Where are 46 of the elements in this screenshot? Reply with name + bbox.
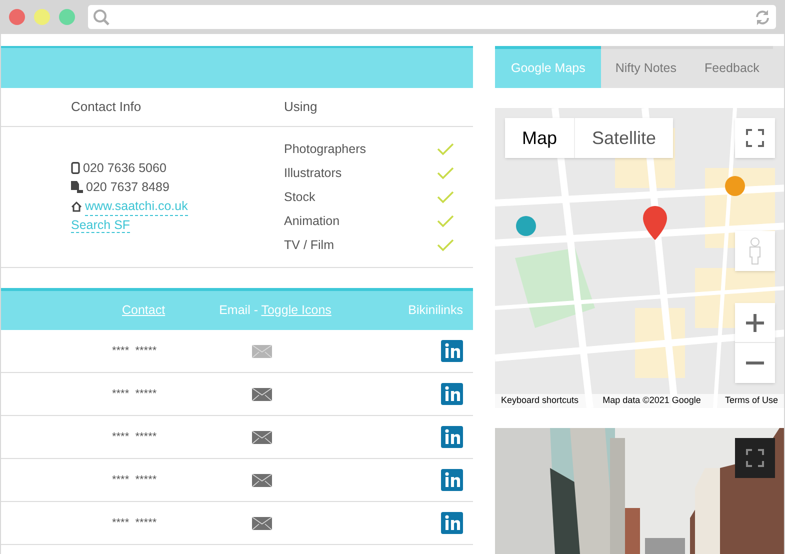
plus-icon: [746, 314, 764, 332]
fullscreen-icon: [746, 449, 764, 467]
tab[interactable]: Nifty Notes: [601, 46, 690, 88]
fullscreen-button[interactable]: [735, 438, 775, 478]
search-icon: [93, 8, 110, 26]
envelope-icon[interactable]: [252, 388, 272, 400]
usage-label: TV / Film: [284, 236, 334, 254]
column-header: Contact Info: [71, 98, 142, 116]
phone-number: 020 7636 5060: [83, 160, 166, 177]
map-type-button[interactable]: Map: [505, 118, 576, 158]
fax-icon: [71, 181, 83, 194]
person-icon: [748, 237, 762, 265]
email-header: Email - Toggle Icons: [219, 302, 332, 320]
usage-label: Stock: [284, 188, 316, 206]
column-header: Using: [284, 98, 318, 116]
map[interactable]: Map Satellite Keyboard shortcuts Map data ©2021 Google Terms of Use: [495, 108, 784, 408]
links-header: Bikinilinks: [408, 302, 463, 320]
minus-icon: [746, 361, 764, 365]
fax-number: 020 7637 8489: [86, 178, 170, 196]
masked-contact: **** *****: [112, 386, 158, 402]
fullscreen-icon: [746, 129, 764, 147]
linkedin-icon[interactable]: [441, 383, 463, 405]
map-footer-link[interactable]: Keyboard shortcuts: [501, 394, 579, 408]
phone-icon: [71, 162, 80, 174]
search-link[interactable]: Search SF: [71, 218, 130, 234]
masked-contact: **** *****: [112, 344, 158, 359]
linkedin-icon[interactable]: [441, 340, 463, 362]
linkedin-icon[interactable]: [441, 512, 463, 534]
home-icon: [71, 200, 82, 212]
masked-contact: **** *****: [112, 472, 158, 488]
website-link[interactable]: www.saatchi.co.uk: [85, 196, 188, 216]
envelope-icon[interactable]: [252, 430, 272, 444]
usage-label: Animation: [284, 212, 340, 230]
masked-contact: **** *****: [112, 516, 158, 531]
map-footer-link[interactable]: Map data ©2021 Google: [602, 394, 701, 408]
map-type-button[interactable]: Satellite: [575, 118, 674, 158]
linkedin-icon[interactable]: [441, 469, 463, 491]
tab[interactable]: Feedback: [690, 46, 774, 88]
masked-contact: **** *****: [112, 430, 158, 445]
map-footer-link[interactable]: Terms of Use: [724, 394, 778, 408]
envelope-icon[interactable]: [252, 474, 272, 486]
linkedin-icon[interactable]: [441, 426, 463, 448]
usage-label: Photographers: [284, 140, 366, 158]
usage-label: Illustrators: [284, 164, 342, 182]
envelope-icon[interactable]: [252, 516, 272, 530]
fullscreen-button[interactable]: [735, 118, 775, 158]
